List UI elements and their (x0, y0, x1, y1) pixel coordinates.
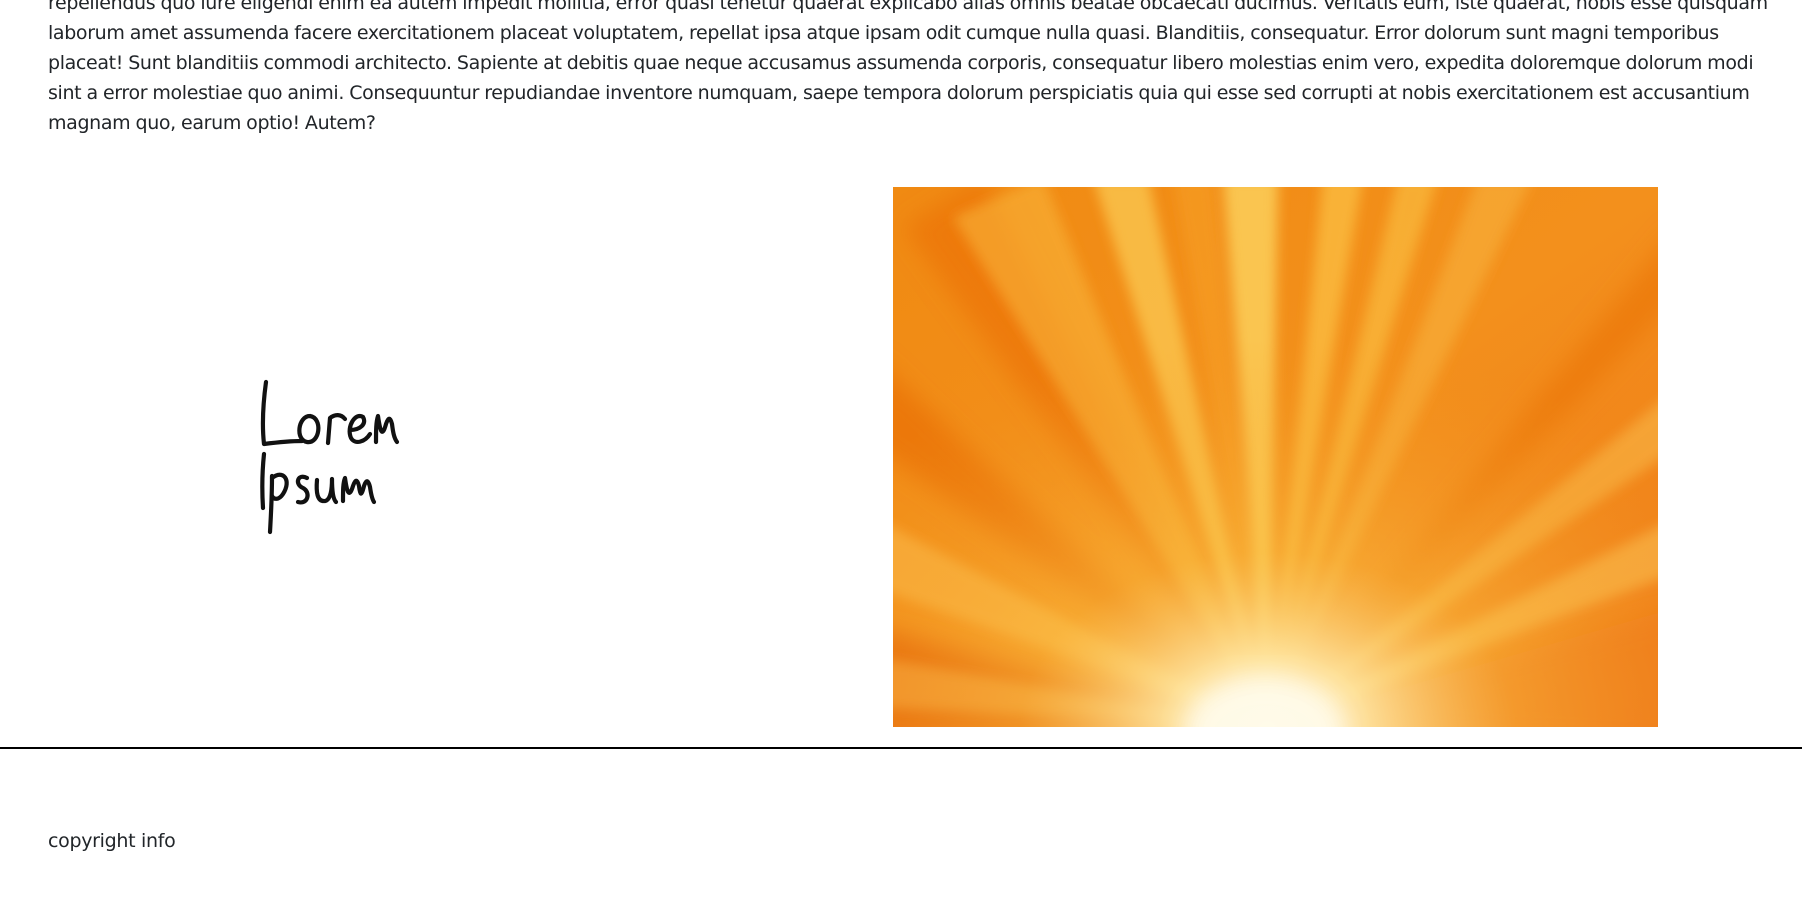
page: repellendus quo iure eligendi enim ea au… (0, 0, 1802, 923)
footer-divider (0, 747, 1802, 749)
handwritten-logo-icon (260, 379, 400, 535)
sunburst-image (893, 187, 1658, 727)
copyright-text: copyright info (48, 830, 176, 852)
intro-paragraph: repellendus quo iure eligendi enim ea au… (48, 0, 1768, 134)
lorem-ipsum-logo (250, 368, 410, 538)
sunburst-icon (893, 187, 1658, 727)
